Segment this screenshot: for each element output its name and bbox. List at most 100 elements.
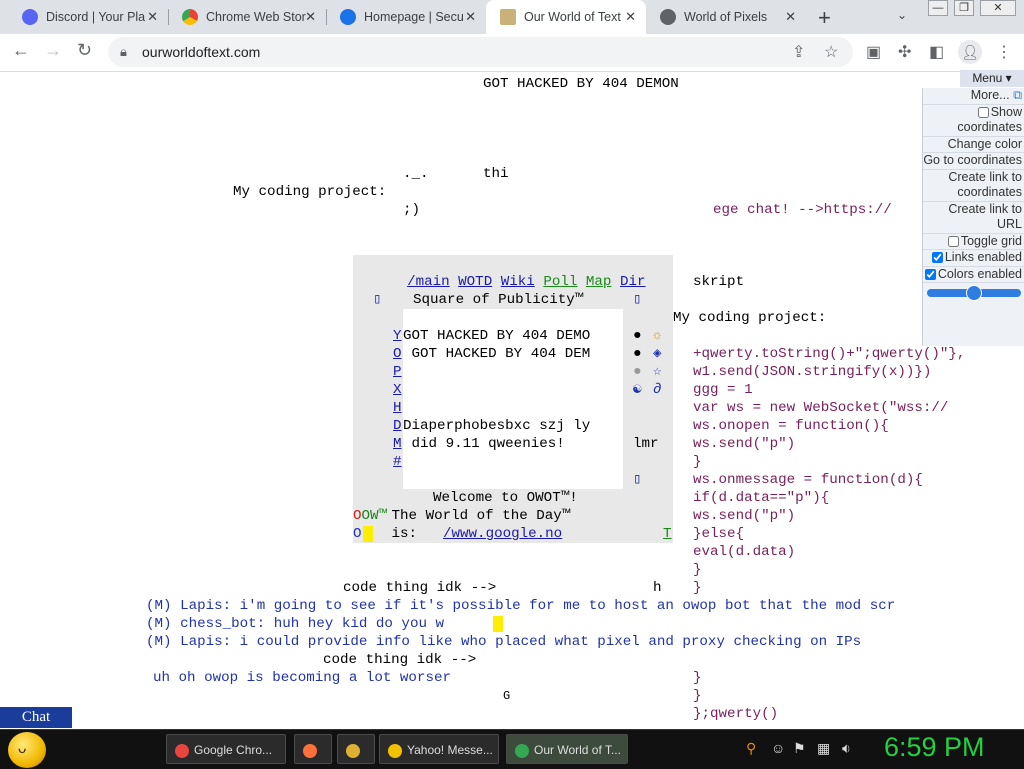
address-bar[interactable]: 🔒︎ ourworldoftext.com ⇪ ☆ — [108, 37, 853, 67]
menu-item-label: More... — [970, 88, 1010, 102]
start-orb-smiley-icon[interactable]: ᵕ — [8, 732, 46, 768]
taskbar-button[interactable] — [337, 734, 375, 764]
menu-item[interactable]: Toggle grid — [923, 233, 1024, 250]
code-line: ws.send("p") — [693, 436, 796, 452]
side-panel-icon[interactable]: ◧ — [929, 42, 944, 62]
sun-icon: ☼ — [653, 328, 662, 344]
link-wotd[interactable]: WOTD — [458, 274, 492, 290]
menu-checkbox[interactable] — [924, 268, 936, 280]
puzzle-extensions-icon[interactable]: ✣ — [898, 42, 911, 62]
side-letter-link[interactable]: # — [393, 453, 402, 471]
code-line: } — [693, 562, 702, 578]
reload-button[interactable]: ↻ — [77, 40, 92, 61]
menu-item[interactable]: Show coordinates — [923, 105, 1024, 137]
menu-checkbox[interactable] — [977, 106, 989, 118]
menu-item[interactable]: Go to coordinates — [923, 153, 1024, 170]
external-link-icon: ⧉ — [1009, 88, 1022, 102]
profile-avatar-icon[interactable]: 👤︎ — [958, 40, 982, 64]
link-t[interactable]: T — [663, 525, 672, 543]
chat-button[interactable]: Chat — [0, 707, 72, 728]
bookmark-star-icon[interactable]: ☆ — [824, 42, 838, 62]
tab-close-icon[interactable]: ✕ — [465, 9, 476, 25]
search-icon[interactable]: ⚲ — [746, 740, 756, 757]
chat-link-text[interactable]: ege chat! -->https:// — [713, 201, 892, 219]
side-letter-link[interactable]: M — [393, 435, 402, 453]
menu-item-label: Toggle grid — [960, 233, 1022, 248]
link-dir[interactable]: Dir — [620, 274, 646, 290]
close-window-button[interactable]: ✕ — [980, 0, 1016, 16]
tab-close-icon[interactable]: ✕ — [147, 9, 158, 25]
forward-button[interactable]: → — [44, 40, 62, 61]
flag-icon[interactable]: ⚑ — [793, 740, 806, 757]
side-letter-link[interactable]: P — [393, 363, 402, 381]
link-main[interactable]: /main — [407, 274, 450, 290]
wotd-link[interactable]: /www.google.no — [443, 525, 562, 543]
kebab-menu-icon[interactable]: ⋮ — [996, 42, 1012, 62]
tab-our-world-of-text[interactable]: Our World of Text ✕ — [486, 0, 646, 34]
link-wiki[interactable]: Wiki — [501, 274, 535, 290]
taskbar-button[interactable]: Google Chro... — [166, 734, 286, 764]
taskbar-button-label: Our World of T... — [534, 743, 621, 757]
extension-icon[interactable]: ▣ — [866, 42, 881, 62]
menu-item[interactable]: Create link to coordinates — [923, 170, 1024, 202]
side-menu: More... ⧉ Show coordinates Change color Go … — [922, 88, 1024, 346]
share-icon[interactable]: ⇪ — [792, 42, 805, 62]
hacked-banner: GOT HACKED BY 404 DEMON — [483, 76, 679, 92]
tab-search-icon[interactable]: ⌄ — [897, 8, 907, 22]
back-button[interactable]: ← — [12, 40, 30, 61]
menu-item[interactable]: Colors enabled — [923, 267, 1024, 283]
chat-message: (M) Lapis: i'm going to see if it's poss… — [146, 597, 895, 615]
tab-world-of-pixels[interactable]: World of Pixels ✕ — [646, 0, 806, 34]
taskbar-button[interactable]: Yahoo! Messe... — [379, 734, 499, 764]
side-letter-link[interactable]: X — [393, 381, 402, 399]
wotd-is-label: is: — [383, 526, 426, 542]
chat-text: i'm going to see if it's possible for me… — [231, 598, 896, 614]
taskbar-button[interactable] — [294, 734, 332, 764]
restore-button[interactable]: ❐ — [954, 0, 974, 16]
wotd-line: The World of the Day™ — [383, 508, 571, 524]
chat-username: Lapis: — [180, 634, 232, 650]
tab-close-icon[interactable]: ✕ — [625, 9, 636, 25]
new-tab-button[interactable]: + — [818, 5, 831, 31]
side-letter-link[interactable]: Y — [393, 327, 402, 345]
menu-item[interactable]: Links enabled — [923, 250, 1024, 267]
zoom-slider[interactable] — [927, 285, 1021, 301]
tab-close-icon[interactable]: ✕ — [785, 9, 796, 25]
menu-item[interactable]: Change color — [923, 137, 1024, 153]
menu-item-label: Create link to coordinates — [948, 169, 1022, 200]
link-map[interactable]: Map — [586, 274, 612, 290]
code-line: } — [693, 454, 702, 470]
owot-canvas[interactable]: GOT HACKED BY 404 DEMON ._. thi My codin… — [0, 72, 1024, 727]
link-poll[interactable]: Poll — [543, 274, 577, 290]
inner-hacked-line: GOT HACKED BY 404 DEMO — [403, 328, 591, 344]
menu-item[interactable]: More... ⧉ — [923, 88, 1024, 105]
inner-text: Diaperphobesbxc szj ly — [403, 418, 591, 434]
url-text[interactable]: ourworldoftext.com — [142, 44, 260, 60]
circle-icon: ● — [633, 328, 642, 344]
text-fragment: thi — [483, 166, 509, 182]
tab-chrome-web-store[interactable]: Chrome Web Stor ✕ — [168, 0, 326, 34]
side-letter-link[interactable]: H — [393, 399, 402, 417]
network-icon[interactable]: ▦ — [817, 740, 830, 757]
menu-button[interactable]: Menu ▾ — [960, 70, 1024, 87]
zoom-slider-knob[interactable] — [965, 285, 982, 301]
lock-icon[interactable]: 🔒︎ — [120, 44, 127, 60]
menu-item[interactable]: Create link to URL — [923, 202, 1024, 234]
taskbar-button[interactable]: Our World of T... — [506, 734, 628, 764]
menu-checkbox[interactable] — [931, 252, 943, 264]
side-letter-link[interactable]: D — [393, 417, 402, 435]
wotd-prefix: OOW™ — [353, 508, 388, 524]
menu-item-label: Go to coordinates — [923, 153, 1022, 167]
o-letter: O — [353, 526, 362, 542]
volume-icon[interactable]: 🔉︎ — [842, 740, 851, 757]
code-thing-text: code thing idk --> — [323, 652, 477, 668]
tab-discord[interactable]: Discord | Your Pla ✕ — [8, 0, 168, 34]
menu-checkbox[interactable] — [947, 235, 959, 247]
diamond-icon: ◈ — [653, 346, 662, 362]
tab-close-icon[interactable]: ✕ — [305, 9, 316, 25]
tab-homepage[interactable]: Homepage | Secu ✕ — [326, 0, 486, 34]
side-letter-link[interactable]: O — [393, 345, 402, 363]
chat-tag: (M) — [146, 616, 172, 632]
minimize-button[interactable]: — — [928, 0, 948, 16]
messenger-tray-icon[interactable]: ☺ — [771, 740, 785, 756]
